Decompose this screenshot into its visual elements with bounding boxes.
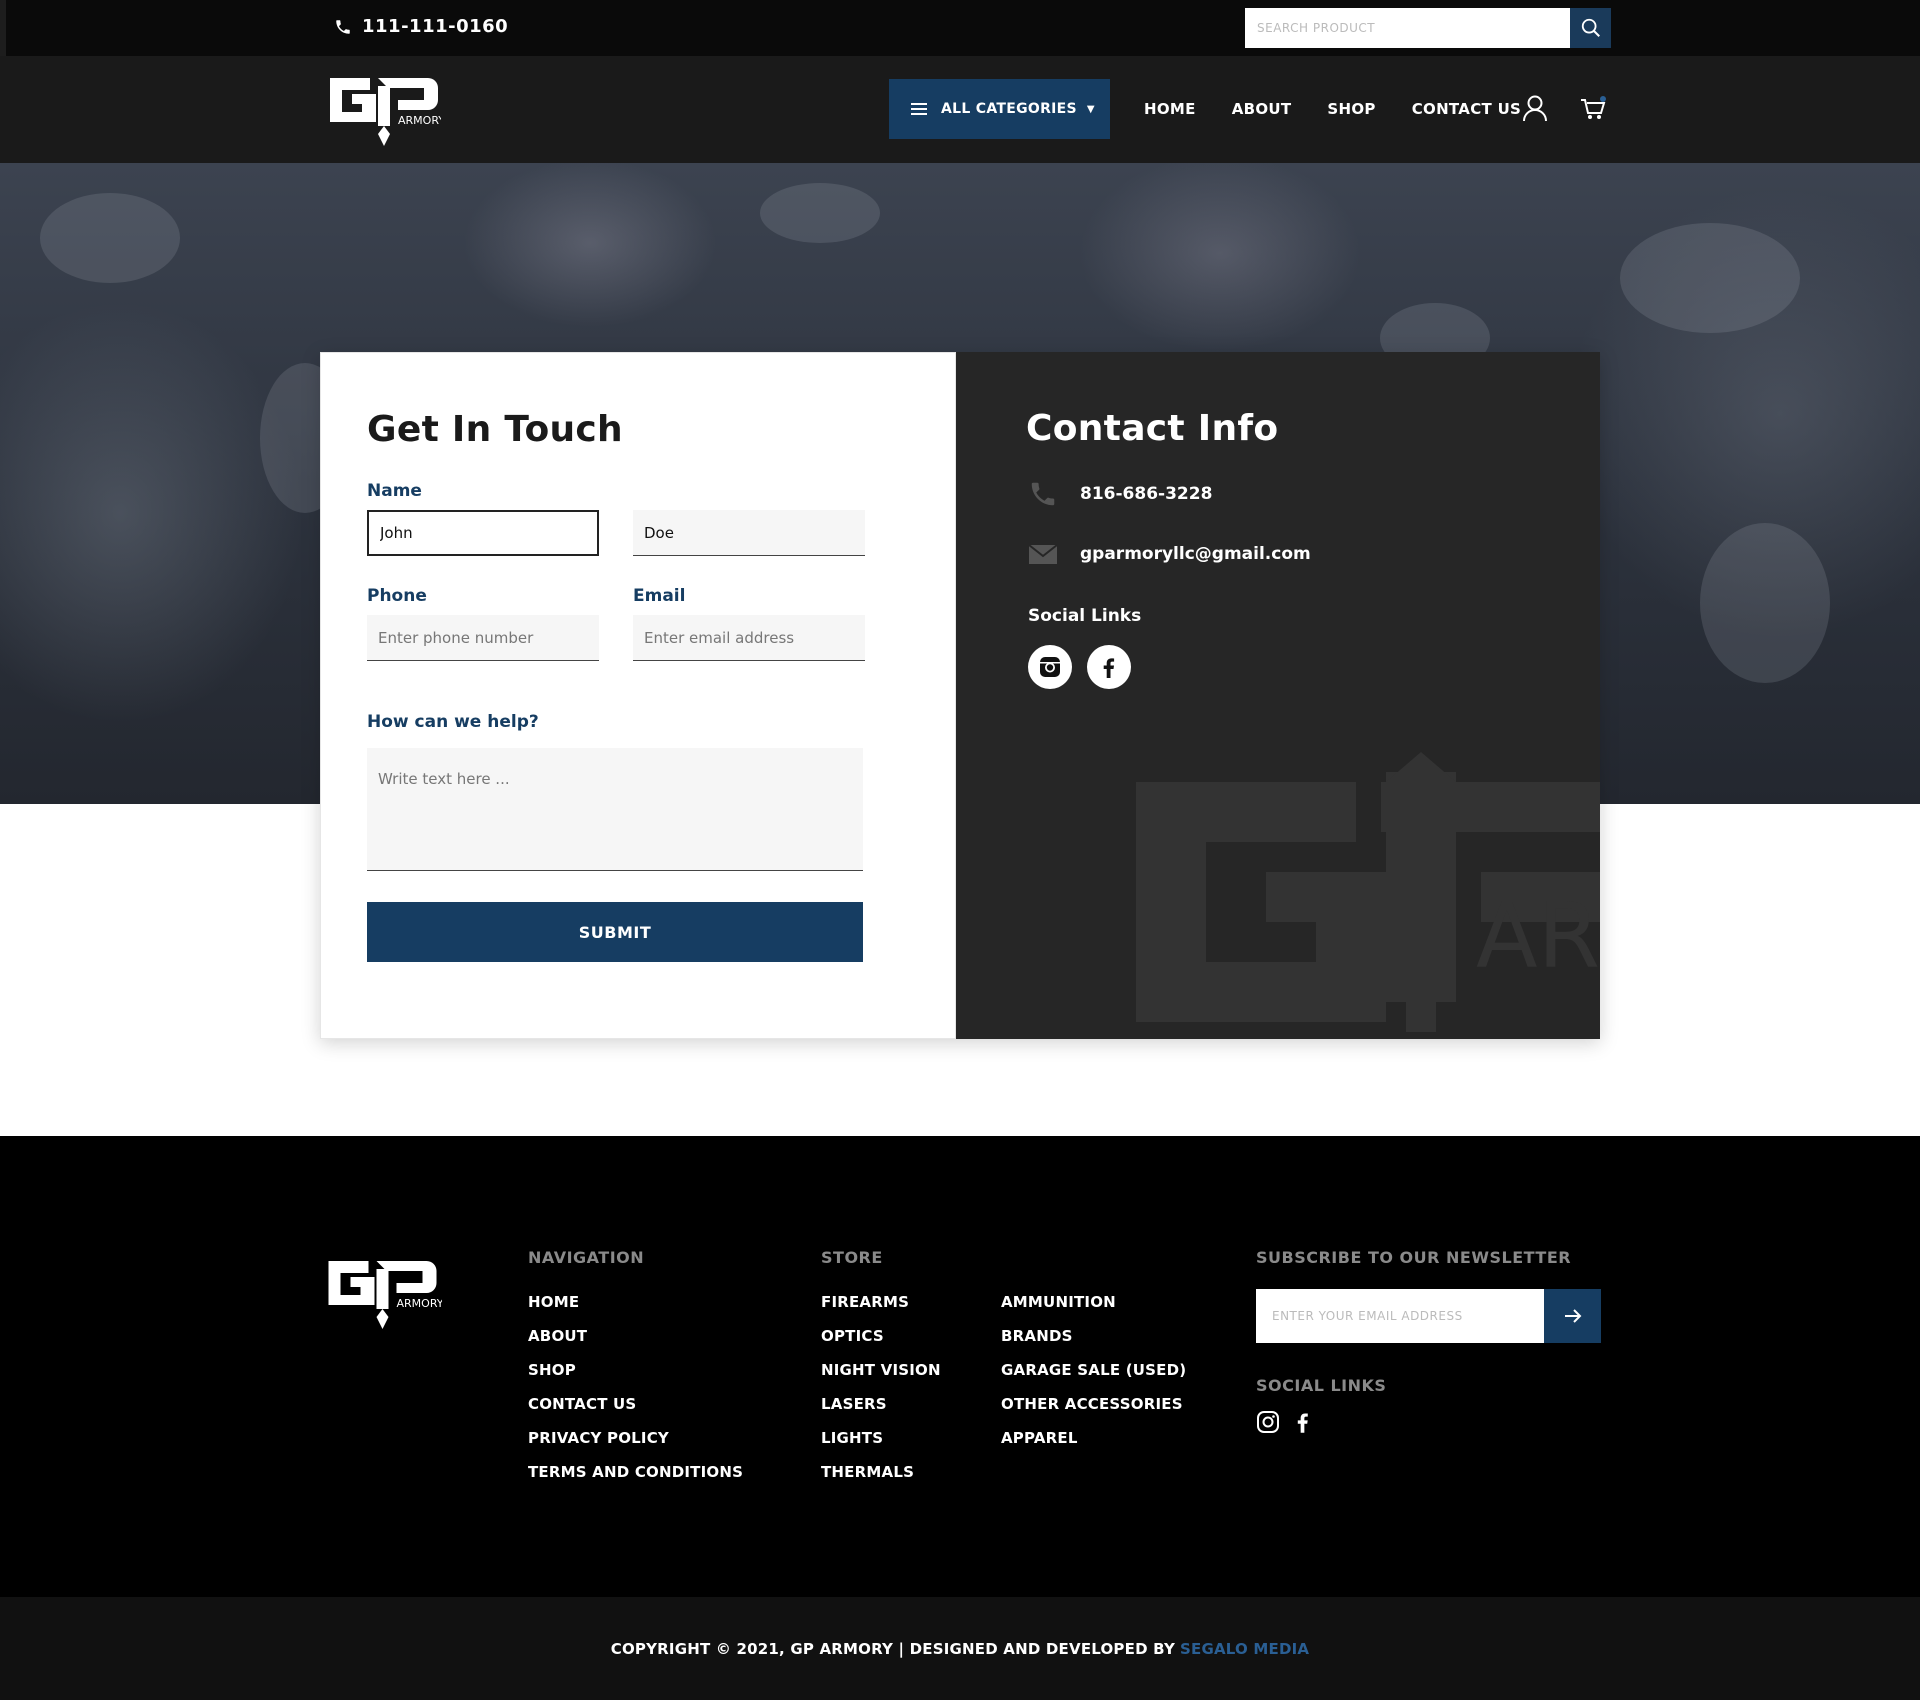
instagram-icon[interactable] [1256,1410,1280,1434]
facebook-icon[interactable] [1294,1410,1312,1434]
footer-store-link[interactable]: AMMUNITION [1001,1293,1186,1327]
footer-store-link[interactable]: LASERS [821,1395,941,1429]
copyright-bar: COPYRIGHT © 2021, GP ARMORY | DESIGNED A… [0,1597,1920,1700]
search-button[interactable] [1570,8,1611,48]
footer-store-link[interactable]: FIREARMS [821,1293,941,1327]
contact-email[interactable]: gparmoryllc@gmail.com [1028,539,1311,569]
contact-form: Get In Touch Name Phone Email How can we… [320,352,956,1039]
menu-icon [911,103,927,115]
email-input[interactable] [633,615,865,661]
phone-label: Phone [367,586,427,606]
footer-social-links [1256,1410,1312,1434]
phone-icon [336,19,350,34]
main-nav: HOME ABOUT SHOP CONTACT US [1144,100,1521,118]
user-icon[interactable] [1522,94,1548,122]
social-links [1028,645,1131,689]
nav-home[interactable]: HOME [1144,100,1196,118]
arrow-right-icon [1564,1309,1581,1323]
footer-logo[interactable]: ARMORY [322,1251,442,1333]
footer-store-title: STORE [821,1248,883,1267]
gp-armory-watermark: ARMO [1136,752,1600,1032]
footer-store-link[interactable]: NIGHT VISION [821,1361,941,1395]
phone-icon [1031,482,1055,506]
newsletter-form [1256,1289,1601,1343]
message-textarea[interactable] [367,748,863,871]
svg-text:ARMO: ARMO [1476,884,1600,989]
svg-text:ARMORY: ARMORY [398,114,441,127]
footer-store-link[interactable]: THERMALS [821,1463,941,1497]
footer-store-link[interactable]: BRANDS [1001,1327,1186,1361]
contact-card: Get In Touch Name Phone Email How can we… [320,352,1600,1039]
newsletter-submit-button[interactable] [1544,1289,1601,1343]
instagram-icon [1040,657,1060,677]
help-label: How can we help? [367,712,539,732]
newsletter-title: SUBSCRIBE TO OUR NEWSLETTER [1256,1248,1572,1267]
cart-button[interactable] [1580,94,1606,122]
gp-armory-logo[interactable]: ARMORY [326,68,441,150]
name-label: Name [367,481,422,501]
email-label: Email [633,586,686,606]
footer-store-col2: AMMUNITION BRANDS GARAGE SALE (USED) OTH… [1001,1293,1186,1463]
caret-down-icon: ▼ [1086,103,1095,115]
nav-shop[interactable]: SHOP [1327,100,1375,118]
phone-input[interactable] [367,615,599,661]
all-categories-label: ALL CATEGORIES [941,101,1077,117]
search-icon [1581,18,1600,37]
contact-phone-text: 816-686-3228 [1080,484,1213,504]
footer-nav-link[interactable]: HOME [528,1293,743,1327]
copyright-text: COPYRIGHT © 2021, GP ARMORY | DESIGNED A… [610,1639,1176,1658]
contact-info-panel: ARMO Contact Info 816-686-3228 gparmoryl… [956,352,1600,1039]
contact-info-title: Contact Info [1026,408,1279,449]
form-title: Get In Touch [367,409,623,450]
footer-nav-link[interactable]: ABOUT [528,1327,743,1361]
svg-text:ARMORY: ARMORY [397,1297,443,1310]
nav-contact-us[interactable]: CONTACT US [1412,100,1521,118]
footer-store-col1: FIREARMS OPTICS NIGHT VISION LASERS LIGH… [821,1293,941,1497]
social-links-title: Social Links [1028,606,1142,626]
footer-store-link[interactable]: LIGHTS [821,1429,941,1463]
developer-credit-link[interactable]: SEGALO MEDIA [1180,1640,1309,1658]
facebook-icon [1103,658,1115,678]
top-phone[interactable]: 111-111-0160 [334,16,508,37]
footer-nav-link[interactable]: TERMS AND CONDITIONS [528,1463,743,1497]
search-bar [1245,8,1611,48]
newsletter-email-input[interactable] [1256,1289,1544,1343]
footer-store-link[interactable]: OTHER ACCESSORIES [1001,1395,1186,1429]
instagram-button[interactable] [1028,645,1072,689]
envelope-icon [1028,544,1058,564]
nav-about[interactable]: ABOUT [1232,100,1292,118]
contact-email-text: gparmoryllc@gmail.com [1080,544,1311,564]
top-phone-number: 111-111-0160 [362,16,509,37]
first-name-input[interactable] [367,510,599,556]
facebook-button[interactable] [1087,645,1131,689]
footer-nav-link[interactable]: PRIVACY POLICY [528,1429,743,1463]
top-bar: 111-111-0160 [0,0,1920,56]
footer-navigation: HOME ABOUT SHOP CONTACT US PRIVACY POLIC… [528,1293,743,1497]
cart-badge [1600,96,1606,102]
footer-nav-link[interactable]: SHOP [528,1361,743,1395]
contact-phone[interactable]: 816-686-3228 [1028,479,1212,509]
footer: ARMORY NAVIGATION HOME ABOUT SHOP CONTAC… [0,1136,1920,1597]
footer-navigation-title: NAVIGATION [528,1248,645,1267]
footer-nav-link[interactable]: CONTACT US [528,1395,743,1429]
search-input[interactable] [1245,8,1570,48]
last-name-input[interactable] [633,510,865,556]
main-header: ARMORY ALL CATEGORIES ▼ HOME ABOUT SHOP … [0,56,1920,163]
footer-store-link[interactable]: GARAGE SALE (USED) [1001,1361,1186,1395]
all-categories-button[interactable]: ALL CATEGORIES ▼ [889,79,1110,139]
footer-store-link[interactable]: OPTICS [821,1327,941,1361]
footer-store-link[interactable]: APPAREL [1001,1429,1186,1463]
submit-button[interactable]: SUBMIT [367,902,863,962]
footer-social-title: SOCIAL LINKS [1256,1376,1387,1395]
